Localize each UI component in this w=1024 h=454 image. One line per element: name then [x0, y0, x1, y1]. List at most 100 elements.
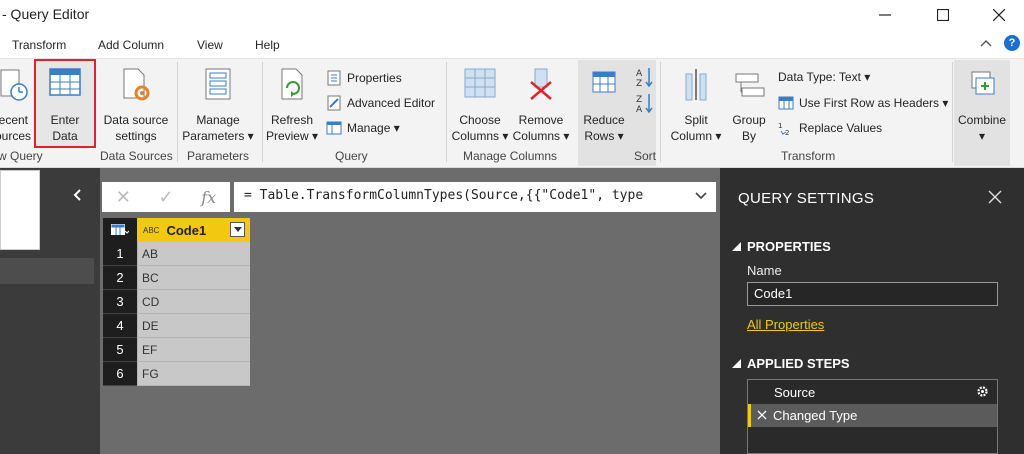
ribbon-separator: [177, 62, 178, 162]
cancel-formula-icon[interactable]: ✕: [116, 187, 131, 208]
choose-columns-button[interactable]: Choose Columns ▾: [450, 68, 510, 144]
table-cell[interactable]: FG: [137, 362, 250, 386]
step-label: Source: [774, 385, 816, 400]
remove-columns-label: Remove Columns ▾: [512, 113, 570, 143]
reduce-rows-label: Reduce Rows ▾: [583, 113, 625, 143]
fx-icon[interactable]: fx: [201, 188, 216, 207]
split-column-icon: [685, 69, 707, 101]
manage-parameters-label: Manage Parameters ▾: [182, 113, 254, 143]
applied-steps-section-header[interactable]: APPLIED STEPS: [732, 356, 850, 371]
sort-descending-icon: ZA: [636, 94, 653, 115]
commit-formula-icon[interactable]: ✓: [159, 187, 174, 208]
tab-view[interactable]: View: [197, 38, 223, 52]
group-label-parameters: Parameters: [187, 149, 250, 163]
tab-help[interactable]: Help: [255, 38, 280, 52]
text-type-icon[interactable]: ABC: [143, 226, 159, 235]
recent-sources-label: Recent Sources: [0, 113, 32, 143]
row-number: 1: [103, 242, 137, 266]
row-number: 5: [103, 338, 137, 362]
close-window-button[interactable]: [976, 0, 1022, 30]
properties-button[interactable]: Properties: [326, 70, 402, 86]
table-menu-icon[interactable]: [103, 218, 137, 242]
properties-section-header[interactable]: PROPERTIES: [732, 239, 831, 254]
collapse-ribbon-icon[interactable]: [980, 36, 992, 50]
step-source[interactable]: Source: [748, 381, 997, 404]
split-column-button[interactable]: Split Column ▾: [664, 68, 728, 144]
choose-columns-label: Choose Columns ▾: [451, 113, 509, 143]
table-cell[interactable]: DE: [137, 314, 250, 338]
close-pane-icon[interactable]: [988, 188, 1002, 209]
table-icon: [49, 68, 81, 96]
combine-button[interactable]: Combine ▾: [956, 68, 1008, 144]
query-name-input[interactable]: Code1: [747, 282, 998, 306]
column-header-code1[interactable]: ABC Code1: [137, 218, 250, 242]
recent-sources-button[interactable]: Recent Sources: [0, 68, 32, 144]
table-cell[interactable]: BC: [137, 266, 250, 290]
remove-columns-button[interactable]: Remove Columns ▾: [510, 68, 572, 144]
refresh-preview-label: Refresh Preview ▾: [265, 113, 319, 143]
advanced-editor-icon: [327, 95, 341, 111]
table-row: 6 FG: [103, 362, 251, 386]
sort-descending-button[interactable]: ZA: [634, 92, 654, 118]
table-cell[interactable]: CD: [137, 290, 250, 314]
row-number: 4: [103, 314, 137, 338]
advanced-editor-button[interactable]: Advanced Editor: [326, 95, 435, 111]
query-list-item-selected[interactable]: [0, 258, 94, 284]
enter-data-button[interactable]: Enter Data: [38, 68, 92, 144]
collapse-triangle-icon: [732, 242, 741, 251]
replace-values-icon: 12: [778, 122, 789, 136]
group-label-new-query: w Query: [0, 149, 43, 163]
collapse-queries-pane-icon[interactable]: [72, 188, 82, 207]
choose-columns-icon: [464, 68, 496, 98]
manage-parameters-button[interactable]: Manage Parameters ▾: [180, 68, 256, 144]
properties-label: Properties: [347, 71, 402, 85]
collapse-triangle-icon: [732, 359, 741, 368]
formula-bar: ✕ ✓ fx = Table.TransformColumnTypes(Sour…: [102, 182, 716, 212]
maximize-button[interactable]: [920, 0, 966, 30]
data-type-label: Data Type: Text ▾: [778, 70, 871, 84]
queries-pane-panel: [0, 170, 40, 250]
combine-icon: [971, 71, 995, 95]
grid-header-row: ABC Code1: [103, 218, 251, 242]
svg-text:A: A: [636, 69, 643, 79]
replace-values-button[interactable]: 12 Replace Values: [778, 120, 882, 136]
table-row: 4 DE: [103, 314, 251, 338]
tab-add-column[interactable]: Add Column: [98, 38, 164, 52]
step-label: Changed Type: [773, 408, 858, 423]
queries-pane: [0, 168, 100, 454]
group-label-sort: Sort: [634, 149, 657, 163]
svg-text:A: A: [636, 105, 643, 114]
step-changed-type[interactable]: Changed Type: [748, 404, 997, 427]
minimize-button[interactable]: [862, 0, 908, 30]
svg-text:1: 1: [778, 122, 782, 130]
reduce-rows-icon: [592, 71, 616, 93]
manage-button[interactable]: Manage ▾: [326, 120, 400, 136]
delete-step-icon[interactable]: [757, 408, 767, 423]
table-cell[interactable]: AB: [137, 242, 250, 266]
data-grid: ABC Code1 1 AB 2 BC 3 CD 4 DE 5 EF 6 FG: [103, 218, 251, 386]
replace-values-label: Replace Values: [799, 121, 883, 135]
tab-transform[interactable]: Transform: [12, 38, 66, 52]
refresh-preview-button[interactable]: Refresh Preview ▾: [264, 68, 320, 144]
step-settings-gear-icon[interactable]: [976, 385, 989, 401]
help-icon[interactable]: ?: [1004, 35, 1020, 51]
use-first-row-headers-button[interactable]: Use First Row as Headers ▾: [778, 95, 948, 111]
sort-ascending-button[interactable]: AZ: [634, 66, 654, 92]
formula-input[interactable]: = Table.TransformColumnTypes(Source,{{"C…: [234, 182, 716, 212]
settings-gear-icon: [123, 68, 150, 101]
group-by-icon: [735, 73, 765, 97]
expand-formula-icon[interactable]: [694, 188, 708, 204]
enter-data-label: Enter Data: [50, 113, 80, 143]
headers-table-icon: [778, 96, 794, 110]
properties-icon: [327, 70, 341, 86]
table-cell[interactable]: EF: [137, 338, 250, 362]
data-type-dropdown[interactable]: Data Type: Text ▾: [778, 70, 870, 84]
column-filter-dropdown-icon[interactable]: [230, 222, 245, 237]
row-number: 3: [103, 290, 137, 314]
query-settings-title: QUERY SETTINGS: [738, 190, 875, 207]
all-properties-link[interactable]: All Properties: [747, 317, 824, 332]
manage-label: Manage ▾: [347, 121, 400, 135]
reduce-rows-button[interactable]: Reduce Rows ▾: [580, 68, 628, 144]
group-by-button[interactable]: Group By: [728, 68, 770, 144]
data-source-settings-button[interactable]: Data source settings: [100, 68, 172, 144]
